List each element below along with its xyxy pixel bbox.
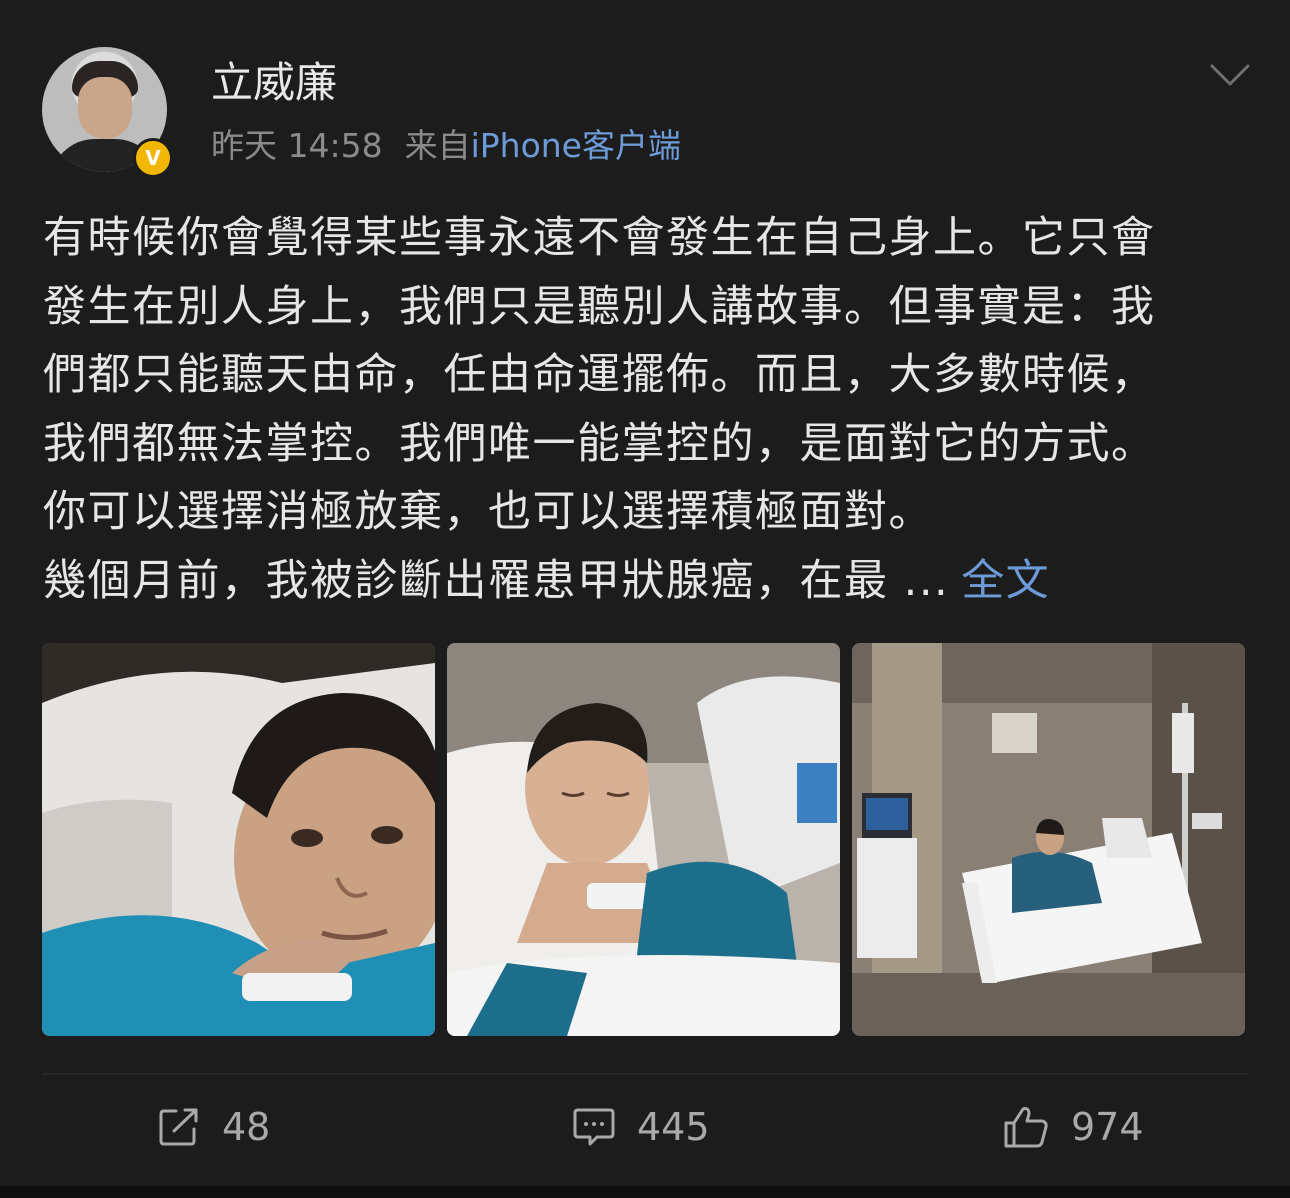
source-client-link[interactable]: iPhone客户端 (471, 126, 681, 165)
post-text-last-line: 幾個月前，我被診斷出罹患甲狀腺癌，在最 ... 全文 (43, 547, 1253, 616)
post-image-1[interactable] (42, 643, 435, 1036)
post-text-line: 們都只能聽天由命，任由命運擺佈。而且，大多數時候， (43, 350, 1156, 400)
repost-button[interactable]: 48 (158, 1102, 270, 1152)
bottom-edge (0, 1186, 1290, 1198)
post-text-line: 有時候你會覺得某些事永遠不會發生在自己身上。它只會 (43, 213, 1156, 263)
post-text-line: 你可以選擇消極放棄，也可以選擇積極面對。 (43, 487, 933, 537)
post-text-line: 我們都無法掌控。我們唯一能掌控的，是面對它的方式。 (43, 418, 1156, 469)
like-count: 974 (1071, 1105, 1144, 1149)
verified-badge-icon: V (133, 138, 173, 178)
source-prefix: 来自 (404, 126, 471, 165)
expand-full-text-link[interactable]: 全文 (961, 556, 1050, 606)
avatar-face (78, 77, 132, 139)
comment-button[interactable]: 445 (573, 1102, 710, 1152)
post-image-2[interactable] (447, 643, 840, 1036)
selfie-photo-icon (42, 643, 435, 1036)
post-text: 有時候你會覺得某些事永遠不會發生在自己身上。它只會 發生在別人身上，我們只是聽別… (43, 204, 1253, 615)
repost-count: 48 (222, 1105, 271, 1149)
post-text-line: 發生在別人身上，我們只是聽別人講故事。但事實是：我 (43, 281, 1156, 332)
hospital-bed-photo-icon (447, 643, 840, 1036)
hospital-room-photo-icon (852, 643, 1245, 1036)
thumbs-up-icon (1004, 1107, 1048, 1148)
weibo-post-card: V 立威廉 昨天 14:58 来自iPhone客户端 有時候你會覺得某些事永遠不會… (0, 0, 1290, 1186)
divider (42, 1073, 1248, 1075)
repost-icon (159, 1108, 198, 1146)
chevron-down-icon[interactable] (1208, 55, 1252, 95)
post-image-3[interactable] (852, 643, 1245, 1036)
username[interactable]: 立威廉 (211, 57, 337, 109)
like-button[interactable]: 974 (1003, 1102, 1144, 1152)
comment-count: 445 (637, 1105, 710, 1149)
post-text-line: 幾個月前，我被診斷出罹患甲狀腺癌，在最 ... (43, 555, 950, 606)
post-timestamp: 昨天 14:58 (211, 126, 383, 165)
post-meta: 昨天 14:58 来自iPhone客户端 (211, 124, 681, 168)
comment-icon (573, 1108, 615, 1146)
